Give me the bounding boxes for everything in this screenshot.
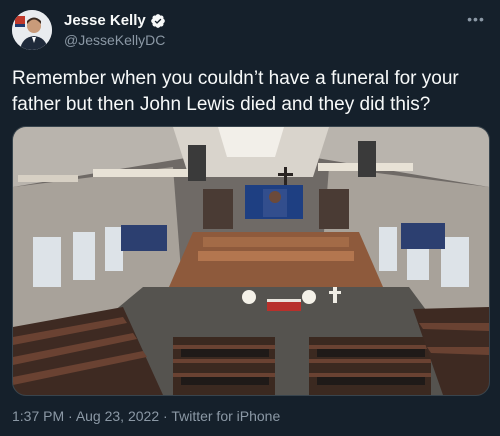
tweet-photo[interactable] [12, 126, 490, 396]
more-options-icon[interactable]: ••• [464, 10, 488, 30]
tweet-time[interactable]: 1:37 PM [12, 408, 64, 424]
church-interior-photo [13, 127, 489, 395]
display-name[interactable]: Jesse Kelly [64, 12, 146, 29]
verified-badge-icon [150, 13, 166, 29]
tweet-meta: 1:37 PM · Aug 23, 2022 · Twitter for iPh… [12, 408, 280, 424]
meta-separator: · [159, 408, 172, 424]
avatar-image [12, 10, 52, 50]
meta-separator: · [64, 408, 76, 424]
author-row: Jesse Kelly [64, 12, 166, 29]
avatar[interactable] [12, 10, 52, 50]
tweet: Jesse Kelly @JesseKellyDC ••• Remember w… [0, 0, 500, 436]
tweet-source[interactable]: Twitter for iPhone [171, 408, 280, 424]
tweet-date[interactable]: Aug 23, 2022 [76, 408, 159, 424]
tweet-text: Remember when you couldn’t have a funera… [12, 68, 459, 115]
handle[interactable]: @JesseKellyDC [64, 32, 165, 48]
